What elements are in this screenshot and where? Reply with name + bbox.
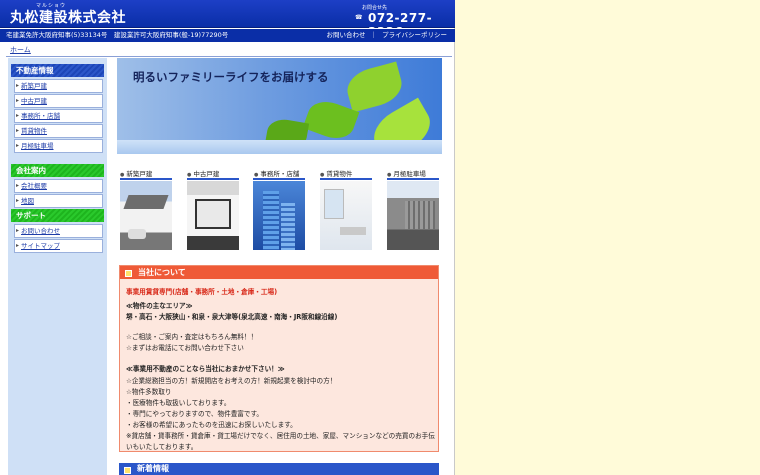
leaf-image (343, 61, 406, 113)
category-bar (187, 178, 239, 180)
tower-shape (263, 191, 279, 250)
license-bar: 宅建業免許大阪府知事(5)33134号 建設業許可大阪府知事(般-19)7729… (0, 29, 455, 42)
used-house-thumbnail[interactable] (187, 181, 239, 250)
sidebar-item-office-shop[interactable]: 事務所・店舗 (14, 109, 103, 123)
phone-icon: ☎ (355, 14, 363, 21)
category-label-new-house[interactable]: 新築戸建 (120, 168, 152, 178)
category-bar (253, 178, 305, 180)
sidebar-item-sitemap[interactable]: サイトマップ (14, 239, 103, 253)
building-shape (405, 201, 435, 229)
hero-banner: 明るいファミリーライフをお届けする (117, 58, 442, 154)
page-wrapper: マルショウ 丸松建設株式会社 お問合せ先 ☎ 072-277-3336 宅建業免… (0, 0, 455, 475)
sidebar-heading-company: 会社案内 (11, 164, 104, 177)
sidebar-item-parking[interactable]: 月極駐車場 (14, 139, 103, 153)
sidebar-item-contact[interactable]: お問い合わせ (14, 224, 103, 238)
banner-ground (117, 140, 442, 154)
about-line: ※貸店舗・貸事務所・貸倉庫・貸工場だけでなく、居住用の土地、家屋、マンションなど… (126, 432, 435, 440)
parking-thumbnail[interactable] (387, 181, 439, 250)
sidebar-item-used-house[interactable]: 中古戸建 (14, 94, 103, 108)
contact-link[interactable]: お問い合わせ (326, 31, 365, 39)
about-line: ≪物件の主なエリア≫ (126, 302, 193, 310)
privacy-link[interactable]: プライバシーポリシー (382, 31, 447, 39)
tower-shape (281, 203, 295, 250)
car-shape (128, 229, 146, 239)
category-bar (320, 178, 372, 180)
sidebar-item-rental[interactable]: 賃貸物件 (14, 124, 103, 138)
sidebar-item-map[interactable]: 地図 (14, 194, 103, 208)
about-line: いもいたしております。 (126, 443, 198, 451)
about-line: ☆企業総務担当の方！新規開店をお考えの方！新規起業を検討中の方！ (126, 377, 337, 385)
sidebar: 不動産情報 新築戸建 中古戸建 事務所・店舗 賃貸物件 月極駐車場 会社案内 会… (8, 58, 107, 475)
office-thumbnail[interactable] (253, 181, 305, 250)
sidebar-item-company-profile[interactable]: 会社概要 (14, 179, 103, 193)
window-shape (324, 189, 344, 219)
about-line: ≪事業用不動産のことなら当社におまかせ下さい！≫ (126, 365, 285, 373)
house-shape (195, 199, 231, 229)
about-section: 当社について 事業用賃貸専門(店舗・事務所・土地・倉庫・工場) ≪物件の主なエリ… (119, 265, 439, 452)
category-bar (120, 178, 172, 180)
category-bar (387, 178, 439, 180)
sidebar-heading-support: サポート (11, 209, 104, 222)
about-line: ☆まずはお電話にてお問い合わせ下さい (126, 344, 244, 352)
about-line: ☆物件多数取り (126, 388, 172, 396)
category-label-rental[interactable]: 賃貸物件 (320, 168, 352, 178)
new-house-thumbnail[interactable] (120, 181, 172, 250)
top-links: お問い合わせ ｜ プライバシーポリシー (323, 29, 447, 42)
about-line: ・医療物件も取扱いしております。 (126, 399, 231, 407)
news-heading: 新着情報 (119, 463, 439, 475)
rental-thumbnail[interactable] (320, 181, 372, 250)
category-label-office-shop[interactable]: 事務所・店舗 (254, 168, 299, 178)
sidebar-item-new-house[interactable]: 新築戸建 (14, 79, 103, 93)
company-logo[interactable]: 丸松建設株式会社 (10, 7, 126, 27)
license-text: 宅建業免許大阪府知事(5)33134号 建設業許可大阪府知事(般-19)7729… (6, 31, 229, 39)
tel-label: お問合せ先 (361, 5, 387, 11)
breadcrumb-home[interactable]: ホーム (10, 45, 31, 55)
table-shape (340, 227, 366, 235)
about-line: 堺・高石・大阪狭山・和泉・泉大津等(泉北高速・南海・JR阪和線沿線) (126, 313, 338, 321)
about-line: ☆ご相談・ご案内・査定はもちろん無料！！ (126, 333, 258, 341)
about-heading: 当社について (120, 266, 438, 279)
about-line: ・専門にやっておりますので、物件豊富です。 (126, 410, 264, 418)
about-line: ・お客様の希望にあったものを迅速にお探しいたします。 (126, 421, 297, 429)
roof-shape (123, 195, 169, 209)
about-line: 事業用賃貸専門(店舗・事務所・土地・倉庫・工場) (126, 288, 278, 296)
banner-tagline: 明るいファミリーライフをお届けする (133, 70, 329, 84)
category-label-parking[interactable]: 月極駐車場 (387, 168, 426, 178)
sidebar-heading-realestate: 不動産情報 (11, 64, 104, 77)
category-label-used-house[interactable]: 中古戸建 (187, 168, 219, 178)
link-separator: ｜ (370, 31, 378, 39)
breadcrumb-divider (6, 56, 452, 57)
site-header: マルショウ 丸松建設株式会社 お問合せ先 ☎ 072-277-3336 (0, 0, 455, 39)
